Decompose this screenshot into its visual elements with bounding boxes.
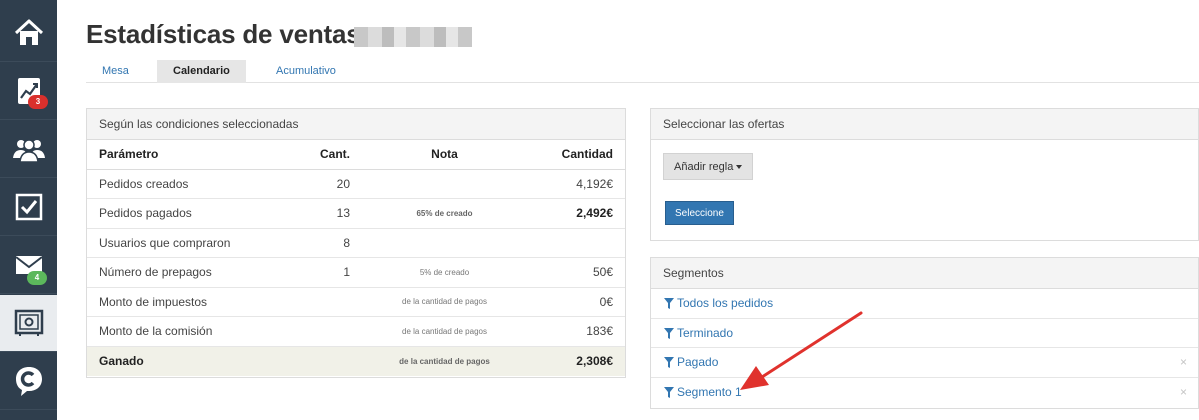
table-row: Usuarios que compraron 8 bbox=[87, 228, 625, 258]
col-parametro: Parámetro bbox=[87, 140, 282, 170]
sidebar-item-chat[interactable] bbox=[0, 353, 57, 410]
stats-table: Parámetro Cant. Nota Cantidad Pedidos cr… bbox=[87, 140, 625, 376]
row-note: de la cantidad de pagos bbox=[362, 316, 527, 347]
add-rule-dropdown-button[interactable]: Añadir regla bbox=[663, 153, 754, 180]
segment-label: Terminado bbox=[677, 325, 734, 340]
row-param: Monto de impuestos bbox=[87, 287, 282, 317]
total-amount: 2,308€ bbox=[527, 346, 625, 376]
mail-badge: 4 bbox=[27, 271, 47, 285]
segment-row-all: Todos los pedidos bbox=[651, 289, 1198, 319]
segments-panel-heading: Segmentos bbox=[651, 258, 1198, 289]
row-note: 5% de creado bbox=[362, 257, 527, 288]
caret-down-icon bbox=[736, 165, 743, 170]
row-amount: 0€ bbox=[527, 287, 625, 317]
tab-acumulativo[interactable]: Acumulativo bbox=[260, 60, 352, 83]
stats-panel: Según las condiciones seleccionadas Pará… bbox=[86, 108, 626, 378]
sidebar-item-finance[interactable] bbox=[0, 295, 57, 352]
col-nota: Nota bbox=[362, 140, 527, 170]
filter-icon bbox=[664, 327, 674, 339]
sidebar-item-stats[interactable]: 3 bbox=[0, 63, 57, 120]
remove-segment-icon[interactable]: × bbox=[1180, 348, 1187, 378]
tab-bar: Mesa Calendario Acumulativo bbox=[86, 60, 1199, 83]
row-param: Número de prepagos bbox=[87, 257, 282, 288]
select-offers-button[interactable]: Seleccione bbox=[665, 201, 734, 225]
sidebar-item-mail[interactable]: 4 bbox=[0, 237, 57, 294]
offers-panel: Seleccionar las ofertas Añadir regla Sel… bbox=[650, 108, 1199, 241]
filter-icon bbox=[664, 298, 674, 310]
table-row-total: Ganado de la cantidad de pagos 2,308€ bbox=[87, 346, 625, 376]
checkbox-icon bbox=[15, 193, 42, 221]
row-count bbox=[282, 287, 362, 317]
col-cant: Cant. bbox=[282, 140, 362, 170]
row-param: Monto de la comisión bbox=[87, 316, 282, 347]
row-count: 8 bbox=[282, 228, 362, 258]
segment-link[interactable]: Pagado bbox=[664, 348, 718, 378]
home-icon bbox=[14, 19, 43, 45]
row-note: de la cantidad de pagos bbox=[362, 287, 527, 317]
row-count bbox=[282, 316, 362, 347]
sidebar-item-home[interactable] bbox=[0, 5, 57, 62]
table-row: Monto de la comisión de la cantidad de p… bbox=[87, 316, 625, 347]
row-count: 1 bbox=[282, 257, 362, 288]
segment-link[interactable]: Todos los pedidos bbox=[664, 289, 773, 319]
row-param: Pedidos pagados bbox=[87, 198, 282, 229]
table-row: Número de prepagos 1 5% de creado 50€ bbox=[87, 257, 625, 288]
tab-mesa[interactable]: Mesa bbox=[86, 60, 145, 83]
row-amount: 183€ bbox=[527, 316, 625, 347]
sidebar-item-users[interactable] bbox=[0, 121, 57, 178]
row-param: Usuarios que compraron bbox=[87, 228, 282, 258]
page-title: Estadísticas de ventas: bbox=[86, 19, 369, 49]
segments-panel: Segmentos Todos los pedidos Terminado Pa… bbox=[650, 257, 1199, 409]
row-amount bbox=[527, 228, 625, 258]
row-param: Pedidos creados bbox=[87, 169, 282, 199]
chat-logo-icon bbox=[15, 367, 42, 396]
row-amount: 50€ bbox=[527, 257, 625, 288]
remove-segment-icon[interactable]: × bbox=[1180, 378, 1187, 408]
table-row: Pedidos creados 20 4,192€ bbox=[87, 169, 625, 199]
total-count bbox=[282, 346, 362, 376]
safe-icon bbox=[14, 309, 43, 336]
sidebar-item-tasks[interactable] bbox=[0, 179, 57, 236]
total-param: Ganado bbox=[87, 346, 282, 376]
col-cantidad: Cantidad bbox=[527, 140, 625, 170]
filter-icon bbox=[664, 387, 674, 399]
segment-link[interactable]: Segmento 1 bbox=[664, 378, 742, 408]
table-row: Pedidos pagados 13 65% de creado 2,492€ bbox=[87, 198, 625, 229]
row-amount: 2,492€ bbox=[527, 198, 625, 229]
stats-panel-heading: Según las condiciones seleccionadas bbox=[87, 109, 625, 140]
offers-panel-heading: Seleccionar las ofertas bbox=[651, 109, 1198, 140]
app-window: 3 4 Estadísticas de ventas: Mesa Calenda… bbox=[0, 0, 1199, 420]
add-rule-label: Añadir regla bbox=[674, 161, 734, 173]
segment-row-pagado: Pagado × bbox=[651, 348, 1198, 378]
stats-badge: 3 bbox=[28, 95, 48, 109]
row-note bbox=[362, 169, 527, 199]
redacted-store-name bbox=[354, 27, 472, 47]
segment-label: Pagado bbox=[677, 355, 719, 370]
segment-link[interactable]: Terminado bbox=[664, 319, 733, 349]
total-note: de la cantidad de pagos bbox=[362, 346, 527, 376]
segment-row-segmento-1: Segmento 1 × bbox=[651, 378, 1198, 408]
row-note bbox=[362, 228, 527, 258]
segment-label: Todos los pedidos bbox=[677, 296, 774, 310]
row-count: 20 bbox=[282, 169, 362, 199]
users-icon bbox=[12, 139, 45, 162]
table-row: Monto de impuestos de la cantidad de pag… bbox=[87, 287, 625, 317]
segment-row-terminado: Terminado bbox=[651, 319, 1198, 349]
tab-calendario[interactable]: Calendario bbox=[157, 60, 246, 83]
row-note: 65% de creado bbox=[362, 198, 527, 229]
sidebar: 3 4 bbox=[0, 0, 57, 420]
row-amount: 4,192€ bbox=[527, 169, 625, 199]
filter-icon bbox=[664, 357, 674, 369]
row-count: 13 bbox=[282, 198, 362, 229]
segment-label: Segmento 1 bbox=[677, 384, 742, 399]
